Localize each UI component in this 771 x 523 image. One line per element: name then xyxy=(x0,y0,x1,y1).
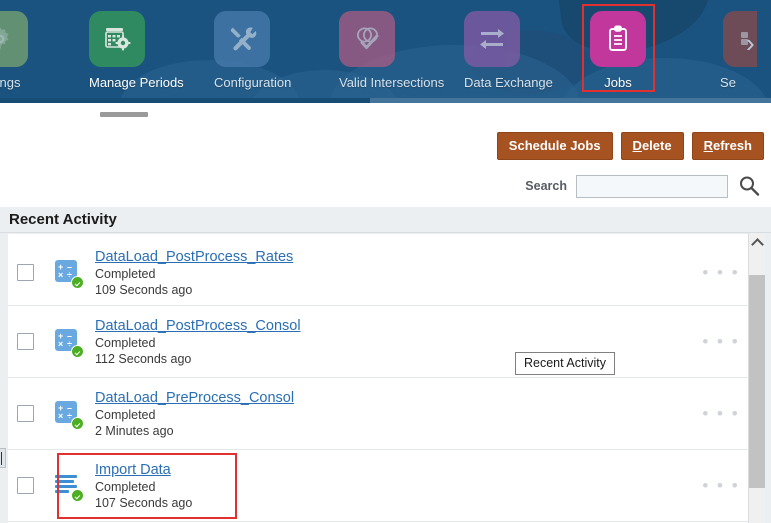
timestamp: 107 Seconds ago xyxy=(95,495,698,511)
nav-tile-data-exchange[interactable]: Data Exchange xyxy=(464,11,520,90)
venn-check-icon xyxy=(339,11,395,67)
success-check-badge xyxy=(71,276,84,289)
success-check-badge xyxy=(71,489,84,502)
timestamp: 109 Seconds ago xyxy=(95,282,698,298)
jobs-toolbar: Schedule Jobs Delete Refresh xyxy=(497,132,764,160)
schedule-jobs-button[interactable]: Schedule Jobs xyxy=(497,132,613,160)
page-title: Recent Activity xyxy=(9,211,117,228)
import-bar xyxy=(55,490,69,493)
import-bar xyxy=(55,480,74,483)
status-badge: Completed xyxy=(95,335,698,351)
import-bar xyxy=(55,475,77,478)
delete-label-rest: elete xyxy=(642,138,672,153)
nav-tile-label: Manage Periods xyxy=(89,75,145,90)
status-badge: Completed xyxy=(95,407,698,423)
search-icon[interactable] xyxy=(737,174,761,198)
job-name-wrap: DataLoad_PostProcess_Consol xyxy=(95,317,698,335)
calendar-gear-icon xyxy=(89,11,145,67)
panel-splitter-handle[interactable] xyxy=(100,112,148,117)
nav-tile-label: Se xyxy=(712,75,744,90)
success-check-badge xyxy=(71,345,84,358)
status-badge: Completed xyxy=(95,266,698,282)
left-gutter xyxy=(0,233,8,523)
timestamp: 2 Minutes ago xyxy=(95,423,698,439)
nav-tile-label: Configuration xyxy=(214,75,270,90)
nav-tile-label: Data Exchange xyxy=(464,75,520,90)
refresh-button[interactable]: Refresh xyxy=(692,132,764,160)
row-overflow-menu-button[interactable]: • • • xyxy=(698,332,744,352)
list-scrollbar[interactable] xyxy=(748,233,765,523)
row-text: DataLoad_PostProcess_RatesCompleted109 S… xyxy=(95,248,698,298)
job-name-wrap: Import Data xyxy=(95,461,698,479)
nav-tile-se[interactable]: Se xyxy=(712,11,768,90)
nav-tile-jobs[interactable]: Jobs xyxy=(590,11,646,90)
calculator-icon: +–×÷ xyxy=(55,260,81,286)
tooltip: Recent Activity xyxy=(515,352,615,375)
search-label: Search xyxy=(525,179,567,193)
row-overflow-menu-button[interactable]: • • • xyxy=(698,404,744,424)
nav-tile-label: Jobs xyxy=(590,75,646,90)
row-checkbox[interactable] xyxy=(17,333,34,350)
row-text: DataLoad_PreProcess_ConsolCompleted2 Min… xyxy=(95,389,698,439)
nav-tile-label: ngs xyxy=(0,75,28,90)
calculator-symbol: × xyxy=(58,340,63,349)
search-input[interactable] xyxy=(576,175,728,198)
table-row[interactable]: Import DataCompleted107 Seconds ago• • • xyxy=(8,450,748,522)
row-overflow-menu-button[interactable]: • • • xyxy=(698,476,744,496)
left-panel-expand-handle[interactable] xyxy=(0,448,6,468)
top-navigation-strip: ngs Manage Periods xyxy=(0,0,771,103)
nav-tile-label: Valid Intersections xyxy=(339,75,395,90)
calculator-symbol: × xyxy=(58,412,63,421)
nav-tile-settings[interactable]: ngs xyxy=(0,11,28,90)
calculator-icon: +–×÷ xyxy=(55,329,81,355)
job-name-link[interactable]: DataLoad_PostProcess_Rates xyxy=(95,248,293,266)
job-name-wrap: DataLoad_PostProcess_Rates xyxy=(95,248,698,266)
table-row[interactable]: +–×÷ DataLoad_PostProcess_ConsolCompleted… xyxy=(8,306,748,378)
row-checkbox[interactable] xyxy=(17,405,34,422)
exchange-arrows-icon xyxy=(464,11,520,67)
scrollbar-thumb[interactable] xyxy=(749,275,766,488)
row-checkbox[interactable] xyxy=(17,264,34,281)
success-check-badge xyxy=(71,417,84,430)
calculator-icon: +–×÷ xyxy=(55,401,81,427)
table-row[interactable]: +–×÷ DataLoad_PreProcess_ConsolCompleted2… xyxy=(8,378,748,450)
wrench-screwdriver-icon xyxy=(214,11,270,67)
nav-tile-valid-intersections[interactable]: Valid Intersections xyxy=(339,11,395,90)
chevron-right-icon[interactable]: › xyxy=(746,30,755,56)
gear-icon xyxy=(0,11,28,67)
status-badge: Completed xyxy=(95,479,698,495)
calculator-symbol: × xyxy=(58,271,63,280)
nav-tile-manage-periods[interactable]: Manage Periods xyxy=(89,11,145,90)
search-row: Search xyxy=(525,174,761,198)
job-name-link[interactable]: DataLoad_PostProcess_Consol xyxy=(95,317,301,335)
import-bars-icon xyxy=(55,473,81,499)
nav-bottom-border xyxy=(0,98,771,103)
job-name-wrap: DataLoad_PreProcess_Consol xyxy=(95,389,698,407)
job-name-link[interactable]: DataLoad_PreProcess_Consol xyxy=(95,389,294,407)
scroll-up-arrow-icon[interactable] xyxy=(749,233,766,250)
refresh-mnemonic: R xyxy=(704,138,713,153)
refresh-label-rest: efresh xyxy=(713,138,752,153)
delete-button[interactable]: Delete xyxy=(621,132,684,160)
recent-activity-list: +–×÷DataLoad_PostProcess_RatesCompleted1… xyxy=(8,233,748,523)
row-overflow-menu-button[interactable]: • • • xyxy=(698,263,744,283)
row-checkbox[interactable] xyxy=(17,477,34,494)
import-bar xyxy=(55,485,77,488)
recent-activity-header: Recent Activity xyxy=(0,207,771,233)
delete-mnemonic: D xyxy=(633,138,642,153)
table-row[interactable]: +–×÷ DataLoad_PostProcess_RatesCompleted1… xyxy=(8,240,748,306)
job-name-link[interactable]: Import Data xyxy=(95,461,171,479)
recent-activity-list-wrapper: +–×÷DataLoad_PostProcess_RatesCompleted1… xyxy=(0,233,771,523)
clipboard-icon xyxy=(590,11,646,67)
right-gutter xyxy=(765,233,771,523)
row-text: Import DataCompleted107 Seconds ago xyxy=(95,461,698,511)
nav-tile-configuration[interactable]: Configuration xyxy=(214,11,270,90)
